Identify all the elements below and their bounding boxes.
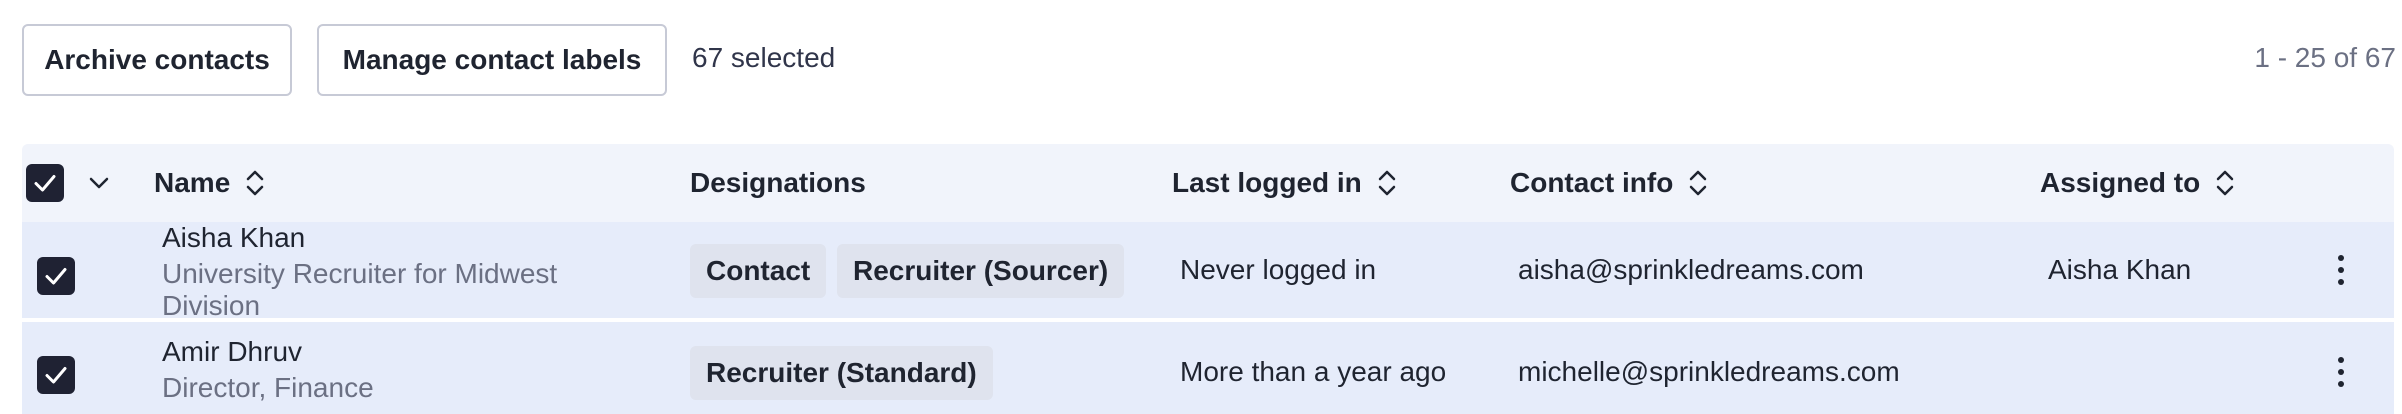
column-header-assigned-to[interactable]: Assigned to [2040, 144, 2236, 222]
column-header-name[interactable]: Name [154, 144, 266, 222]
designation-tag: Recruiter (Sourcer) [837, 244, 1125, 298]
archive-contacts-button[interactable]: Archive contacts [22, 24, 292, 96]
last-logged-in: Never logged in [1180, 254, 1377, 285]
sort-updown-icon [244, 168, 266, 198]
row-menu-button[interactable] [2326, 352, 2356, 392]
contact-email[interactable]: aisha@sprinkledreams.com [1518, 254, 1864, 286]
manage-contact-labels-button[interactable]: Manage contact labels [317, 24, 667, 96]
column-label-contact-info: Contact info [1510, 167, 1674, 198]
checkmark-icon [45, 268, 67, 285]
column-label-last-logged-in: Last logged in [1172, 167, 1362, 198]
contact-title: University Recruiter for Midwest Divisio… [162, 258, 558, 321]
contacts-table: Name Designations Last logged in Contact… [22, 144, 2394, 414]
table-row[interactable]: Amir Dhruv Director, Finance Recruiter (… [22, 322, 2394, 414]
contact-name[interactable]: Aisha Khan [162, 222, 305, 254]
kebab-menu-icon [2338, 357, 2344, 387]
designation-tag: Contact [690, 244, 827, 298]
table-header: Name Designations Last logged in Contact… [22, 144, 2394, 222]
column-label-assigned-to: Assigned to [2040, 167, 2201, 198]
table-row[interactable]: Aisha Khan University Recruiter for Midw… [22, 222, 2394, 321]
bulk-action-toolbar: Archive contacts Manage contact labels 6… [0, 0, 2402, 118]
select-all-checkbox[interactable] [26, 164, 64, 202]
chevron-down-icon [89, 177, 109, 189]
contact-name[interactable]: Amir Dhruv [162, 336, 302, 368]
row-menu-button[interactable] [2326, 250, 2356, 290]
row-checkbox[interactable] [37, 257, 75, 295]
column-header-last-logged-in[interactable]: Last logged in [1172, 144, 1398, 222]
column-header-designations: Designations [690, 144, 866, 222]
designation-tag: Recruiter (Standard) [690, 346, 993, 400]
column-header-contact-info[interactable]: Contact info [1510, 144, 1709, 222]
pagination-range: 1 - 25 of 67 [2254, 42, 2396, 73]
kebab-menu-icon [2338, 255, 2344, 285]
selected-count: 67 selected [692, 42, 836, 73]
select-menu-toggle[interactable] [86, 170, 112, 196]
sort-updown-icon [1687, 168, 1709, 198]
checkmark-icon [45, 367, 67, 384]
column-label-designations: Designations [690, 167, 866, 198]
contact-email[interactable]: michelle@sprinkledreams.com [1518, 356, 1900, 388]
sort-updown-icon [2214, 168, 2236, 198]
row-checkbox[interactable] [37, 356, 75, 394]
sort-updown-icon [1376, 168, 1398, 198]
checkmark-icon [34, 175, 56, 192]
assigned-to: Aisha Khan [2048, 254, 2192, 285]
column-label-name: Name [154, 167, 231, 198]
last-logged-in: More than a year ago [1180, 356, 1447, 387]
contact-title: Director, Finance [162, 372, 374, 403]
